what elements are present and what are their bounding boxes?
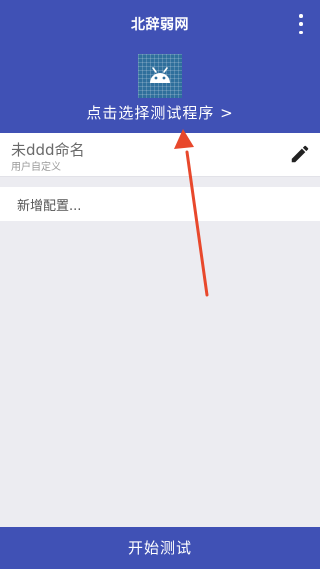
app-screen: 北辞弱网 点击选择测试程序 > 未ddd命名 用户自定义 新增配置... 开始测… [0, 0, 320, 569]
edit-pencil-icon[interactable] [289, 143, 311, 165]
add-config-label: 新增配置... [17, 199, 82, 214]
menu-dot [299, 14, 303, 18]
app-title: 北辞弱网 [131, 17, 189, 33]
menu-dot [299, 22, 303, 26]
start-test-button[interactable]: 开始测试 [0, 527, 320, 569]
profile-name: 未ddd命名 [11, 141, 85, 159]
more-menu-icon[interactable] [296, 14, 306, 34]
android-icon [150, 67, 170, 83]
profile-card[interactable]: 未ddd命名 用户自定义 [0, 133, 320, 177]
app-header: 北辞弱网 点击选择测试程序 > [0, 0, 320, 133]
select-test-program-link[interactable]: 点击选择测试程序 > [0, 102, 320, 123]
add-config-button[interactable]: 新增配置... [0, 187, 320, 221]
android-app-icon[interactable] [138, 54, 182, 98]
profile-type: 用户自定义 [11, 162, 61, 173]
menu-dot [299, 30, 303, 34]
